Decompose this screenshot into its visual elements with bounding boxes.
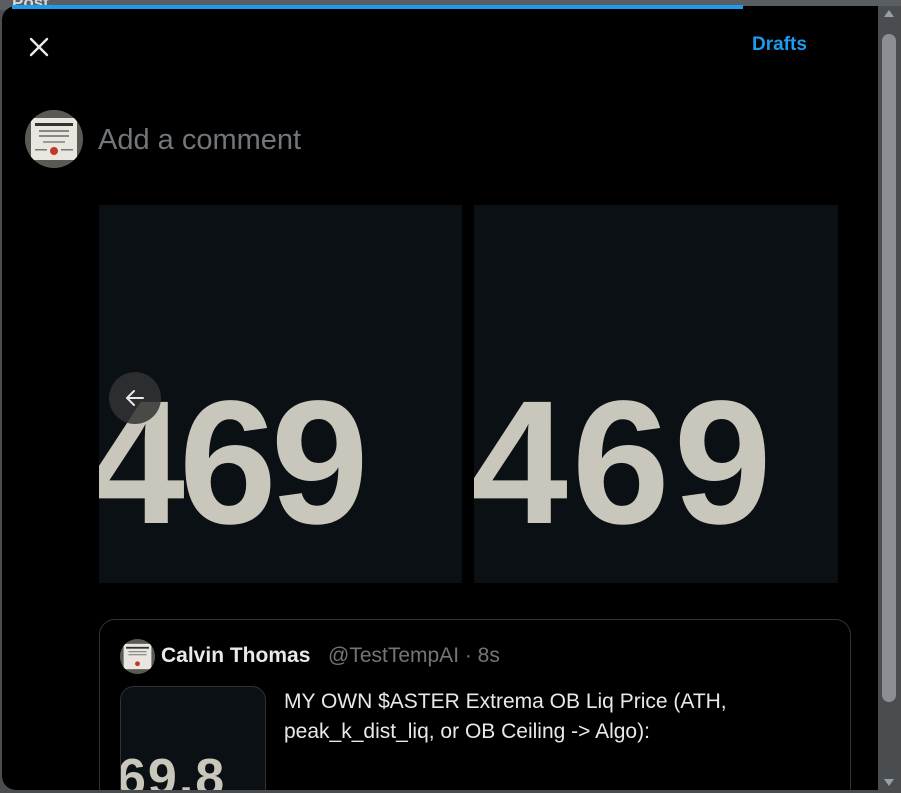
quoted-post-thumbnail[interactable]: 69.8 (120, 686, 266, 790)
quoted-author-name[interactable]: Calvin Thomas (161, 644, 310, 668)
quote-post-modal: Drafts 469 469 (2, 6, 878, 790)
quoted-thumbnail-graphic: 69.8 (121, 749, 226, 790)
close-button[interactable] (22, 30, 56, 64)
quoted-post[interactable]: Calvin Thomas @TestTempAI · 8s 69.8 MY O… (99, 619, 851, 790)
scrollbar[interactable] (878, 6, 901, 793)
arrow-left-icon (126, 390, 144, 406)
quoted-author-avatar[interactable] (120, 639, 155, 674)
scroll-up-arrow-icon[interactable] (884, 10, 894, 17)
user-avatar[interactable] (25, 110, 83, 168)
media-gallery: 469 469 (99, 205, 839, 583)
upload-progress-bar (12, 5, 743, 9)
scrollbar-thumb[interactable] (882, 34, 896, 702)
quoted-avatar-image (120, 639, 155, 674)
close-icon (29, 37, 49, 57)
quoted-thumbnail-text: 69.8 (121, 749, 226, 790)
media-image-2[interactable]: 469 (474, 205, 838, 583)
media-image-2-text: 469 (474, 365, 776, 561)
avatar-certificate-image (25, 110, 83, 168)
media-back-button[interactable] (109, 372, 161, 424)
media-image-2-graphic: 469 (474, 365, 776, 561)
comment-input[interactable] (98, 120, 818, 160)
quoted-author-handle: @TestTempAI · 8s (328, 644, 500, 667)
drafts-button[interactable]: Drafts (752, 34, 807, 56)
quoted-post-text: MY OWN $ASTER Extrema OB Liq Price (ATH,… (284, 690, 727, 743)
scroll-down-arrow-icon[interactable] (884, 779, 894, 786)
